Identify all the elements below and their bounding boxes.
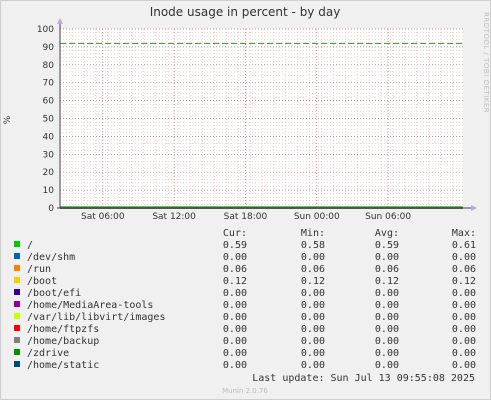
x-tick-label: Sun 06:00 xyxy=(365,212,411,222)
legend-value-min: 0.12 xyxy=(301,276,325,287)
y-tick-label: 0 xyxy=(48,204,54,214)
legend-swatch xyxy=(14,277,20,283)
legend: Cur: Min: Avg: Max: / 0.59 0.58 0.59 0.61/dev/sh… xyxy=(14,228,476,371)
legend-value-cur: 0.06 xyxy=(223,264,247,275)
chart-title: Inode usage in percent - by day xyxy=(150,5,341,19)
legend-swatch xyxy=(14,289,20,295)
legend-series-name: /boot/efi xyxy=(27,288,81,299)
legend-value-cur: 0.00 xyxy=(223,360,247,371)
legend-value-cur: 0.00 xyxy=(223,348,247,359)
legend-swatch xyxy=(14,253,20,259)
legend-swatch xyxy=(14,361,20,367)
x-tick-label: Sat 18:00 xyxy=(224,212,268,222)
legend-series-name: /home/ftpzfs xyxy=(27,324,99,335)
legend-value-max: 0.00 xyxy=(452,324,476,335)
legend-value-avg: 0.12 xyxy=(375,276,399,287)
legend-value-max: 0.12 xyxy=(452,276,476,287)
legend-value-avg: 0.59 xyxy=(375,240,399,251)
legend-value-cur: 0.00 xyxy=(223,300,247,311)
rrdtool-side-label: RRDTOOL / TOBI OETIKER xyxy=(482,12,490,113)
y-tick-label: 20 xyxy=(43,168,55,178)
legend-value-max: 0.06 xyxy=(452,264,476,275)
y-tick-label: 50 xyxy=(43,115,55,125)
x-axis-arrow xyxy=(471,205,477,211)
legend-swatch xyxy=(14,313,20,319)
legend-value-avg: 0.06 xyxy=(375,264,399,275)
legend-value-avg: 0.00 xyxy=(375,336,399,347)
legend-value-cur: 0.12 xyxy=(223,276,247,287)
x-tick-label: Sat 12:00 xyxy=(152,212,196,222)
legend-value-max: 0.00 xyxy=(452,336,476,347)
legend-value-avg: 0.00 xyxy=(375,324,399,335)
legend-value-max: 0.61 xyxy=(452,240,476,251)
x-tick-label: Sun 00:00 xyxy=(294,212,340,222)
legend-header: Avg: xyxy=(375,228,399,239)
legend-series-name: /run xyxy=(27,264,51,275)
y-tick-label: 10 xyxy=(43,186,55,196)
legend-value-avg: 0.00 xyxy=(375,348,399,359)
legend-value-cur: 0.00 xyxy=(223,336,247,347)
legend-series-name: /dev/shm xyxy=(27,252,75,263)
legend-value-min: 0.00 xyxy=(301,348,325,359)
legend-value-avg: 0.00 xyxy=(375,288,399,299)
legend-value-min: 0.06 xyxy=(301,264,325,275)
legend-value-avg: 0.00 xyxy=(375,360,399,371)
y-tick-label: 60 xyxy=(43,97,55,107)
y-axis-label: % xyxy=(3,115,13,124)
legend-value-min: 0.00 xyxy=(301,324,325,335)
legend-value-min: 0.00 xyxy=(301,312,325,323)
legend-series-name: /home/static xyxy=(27,360,99,371)
legend-swatch xyxy=(14,349,20,355)
last-update-text: Last update: Sun Jul 13 09:55:08 2025 xyxy=(252,373,475,384)
x-tick-label: Sat 06:00 xyxy=(81,212,125,222)
munin-version: Munin 2.0.76 xyxy=(222,387,268,395)
legend-header: Cur: xyxy=(223,228,247,239)
legend-series-name: /home/backup xyxy=(27,336,99,347)
legend-value-cur: 0.00 xyxy=(223,324,247,335)
legend-header: Min: xyxy=(301,228,325,239)
y-tick-label: 70 xyxy=(43,79,55,89)
legend-series-name: /home/MediaArea-tools xyxy=(27,300,153,311)
y-tick-label: 80 xyxy=(43,61,55,71)
legend-swatch xyxy=(14,241,20,247)
y-tick-label: 40 xyxy=(43,132,55,142)
y-tick-label: 100 xyxy=(37,25,54,35)
legend-value-min: 0.00 xyxy=(301,252,325,263)
legend-value-max: 0.00 xyxy=(452,312,476,323)
legend-series-name: /var/lib/libvirt/images xyxy=(27,312,165,323)
legend-series-name: /boot xyxy=(27,276,57,287)
inode-usage-chart: Inode usage in percent - by day RRDTOOL … xyxy=(3,5,490,395)
legend-value-avg: 0.00 xyxy=(375,252,399,263)
legend-value-max: 0.00 xyxy=(452,348,476,359)
legend-header: Max: xyxy=(452,228,476,239)
legend-value-min: 0.00 xyxy=(301,288,325,299)
legend-value-cur: 0.00 xyxy=(223,312,247,323)
legend-value-cur: 0.00 xyxy=(223,252,247,263)
legend-value-max: 0.00 xyxy=(452,360,476,371)
legend-swatch xyxy=(14,301,20,307)
legend-value-max: 0.00 xyxy=(452,252,476,263)
legend-value-min: 0.58 xyxy=(301,240,325,251)
legend-value-max: 0.00 xyxy=(452,288,476,299)
legend-value-avg: 0.00 xyxy=(375,312,399,323)
legend-swatch xyxy=(14,325,20,331)
y-axis-arrow xyxy=(57,18,63,24)
legend-value-avg: 0.00 xyxy=(375,300,399,311)
legend-swatch xyxy=(14,337,20,343)
legend-value-cur: 0.00 xyxy=(223,288,247,299)
legend-series-name: /zdrive xyxy=(27,348,69,359)
legend-swatch xyxy=(14,265,20,271)
legend-value-min: 0.00 xyxy=(301,300,325,311)
y-tick-label: 90 xyxy=(43,43,55,53)
legend-series-name: / xyxy=(27,240,33,251)
legend-value-min: 0.00 xyxy=(301,360,325,371)
plot-area: 0 10 20 30 40 50 60 70 80 90 100 Sat 06:00 Sat 12:00… xyxy=(37,18,477,222)
legend-value-min: 0.00 xyxy=(301,336,325,347)
y-tick-label: 30 xyxy=(43,150,55,160)
legend-value-max: 0.00 xyxy=(452,300,476,311)
legend-value-cur: 0.59 xyxy=(223,240,247,251)
